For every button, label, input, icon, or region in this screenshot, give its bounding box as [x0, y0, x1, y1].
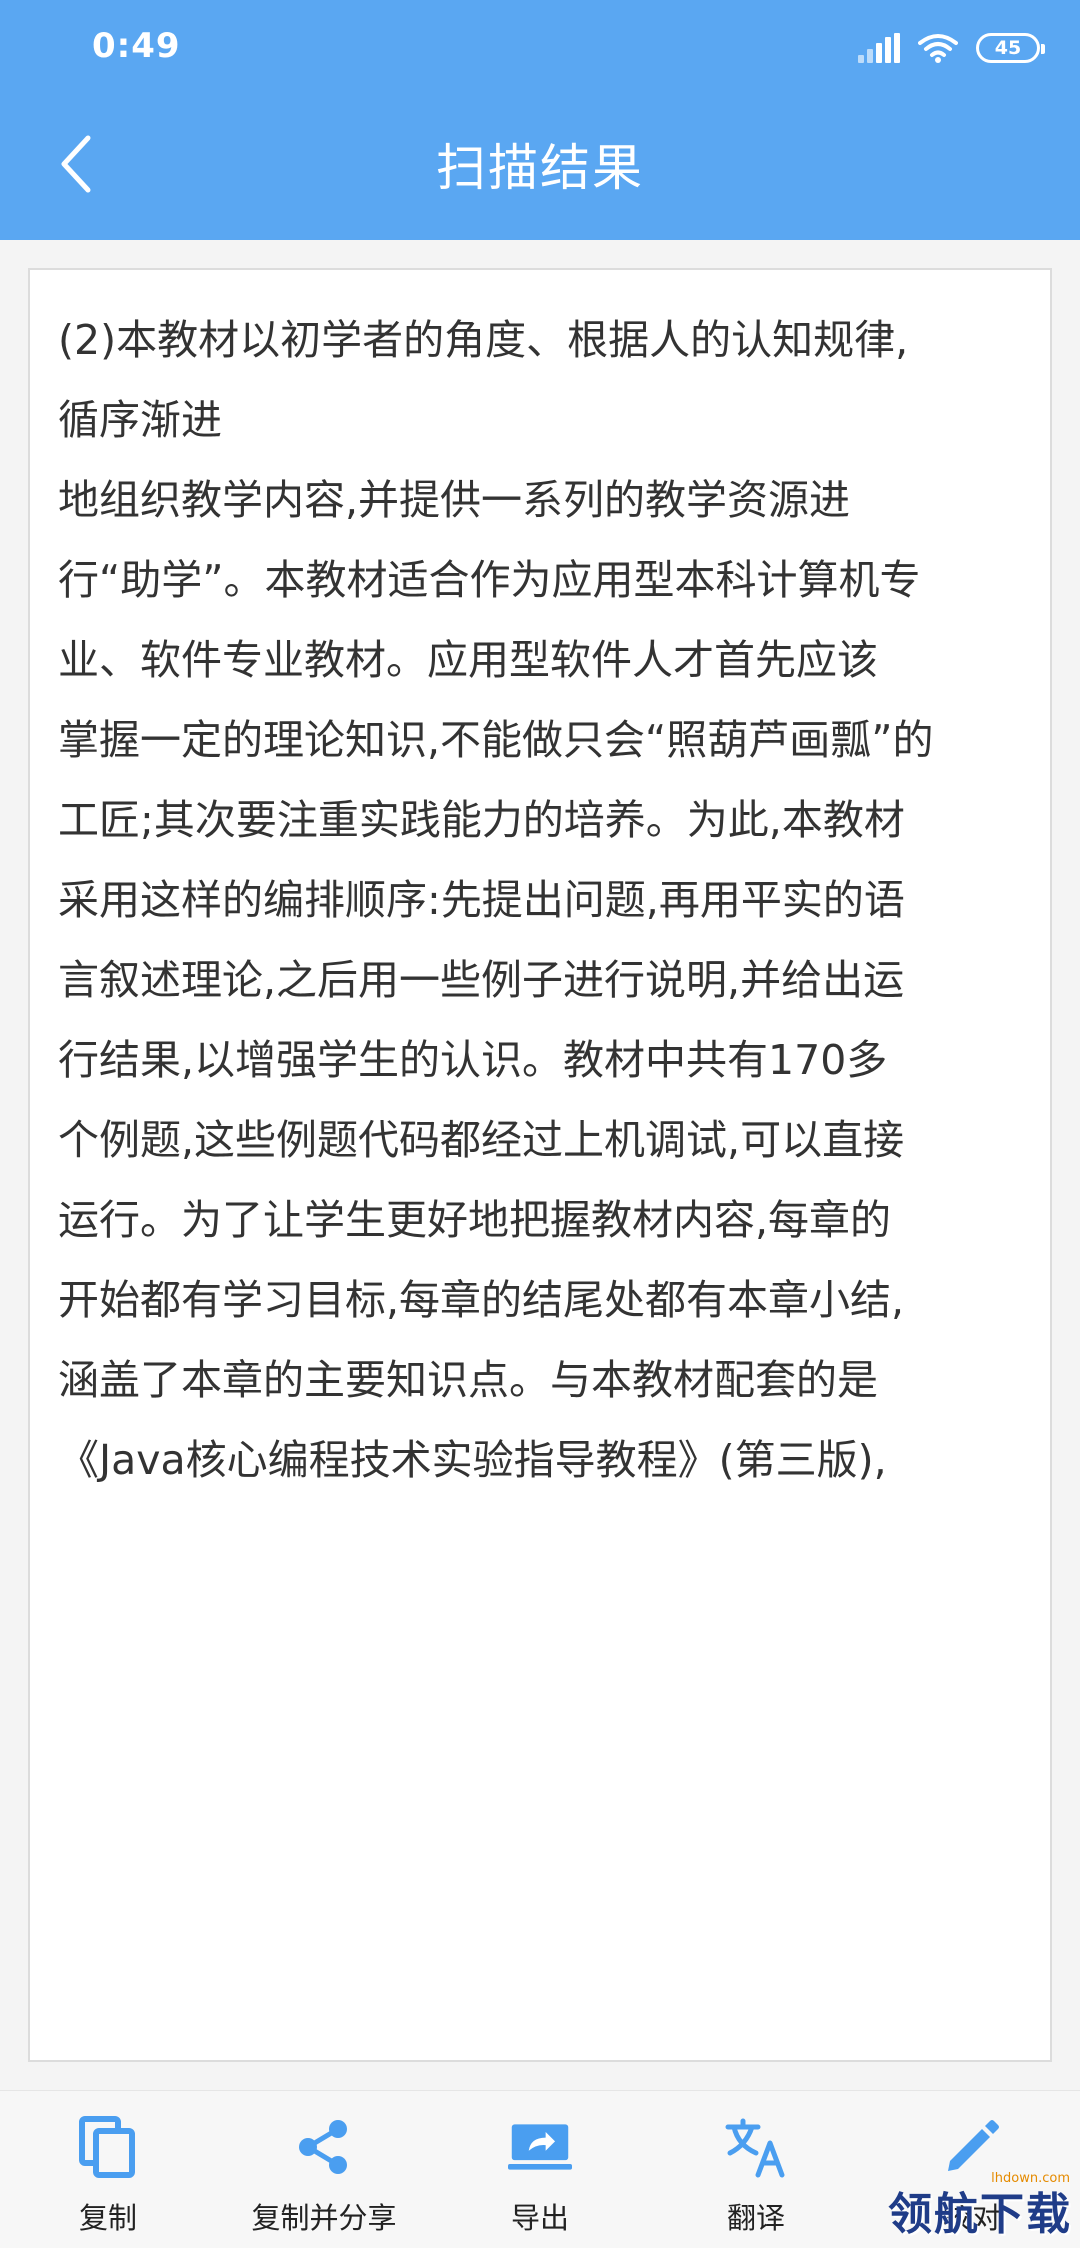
- translate-button[interactable]: 翻译: [648, 2091, 864, 2248]
- watermark-logo: 领航下载: [888, 2189, 1072, 2240]
- export-icon: [508, 2115, 572, 2179]
- app-header: 0:49 45 扫描结果: [0, 0, 1080, 240]
- page-title: 扫描结果: [436, 139, 644, 197]
- copy-button[interactable]: 复制: [0, 2091, 216, 2248]
- battery-icon: 45: [976, 33, 1045, 63]
- export-button[interactable]: 导出: [432, 2091, 648, 2248]
- translate-icon: [724, 2115, 788, 2179]
- status-bar: 0:49 45: [0, 0, 1080, 96]
- edit-pencil-icon: [940, 2115, 1004, 2179]
- nav-bar: 扫描结果: [0, 96, 1080, 240]
- share-icon: [292, 2115, 356, 2179]
- battery-level: 45: [994, 37, 1022, 59]
- translate-label: 翻译: [726, 2201, 785, 2235]
- scan-result-text[interactable]: (2)本教材以初学者的角度、根据人的认知规律, 循序渐进 地组织教学内容,并提供…: [58, 300, 1028, 1500]
- scan-result-card[interactable]: (2)本教材以初学者的角度、根据人的认知规律, 循序渐进 地组织教学内容,并提供…: [28, 268, 1052, 2062]
- export-label: 导出: [510, 2201, 569, 2235]
- copy-label: 复制: [78, 2201, 137, 2235]
- chevron-left-icon: [61, 135, 91, 193]
- status-time: 0:49: [92, 26, 181, 66]
- copy-share-label: 复制并分享: [251, 2201, 397, 2235]
- status-icons: 45: [858, 28, 1045, 68]
- copy-share-button[interactable]: 复制并分享: [216, 2091, 432, 2248]
- wifi-icon: [918, 33, 958, 63]
- signal-icon: [858, 33, 900, 63]
- back-button[interactable]: [36, 124, 116, 204]
- copy-icon: [76, 2115, 140, 2179]
